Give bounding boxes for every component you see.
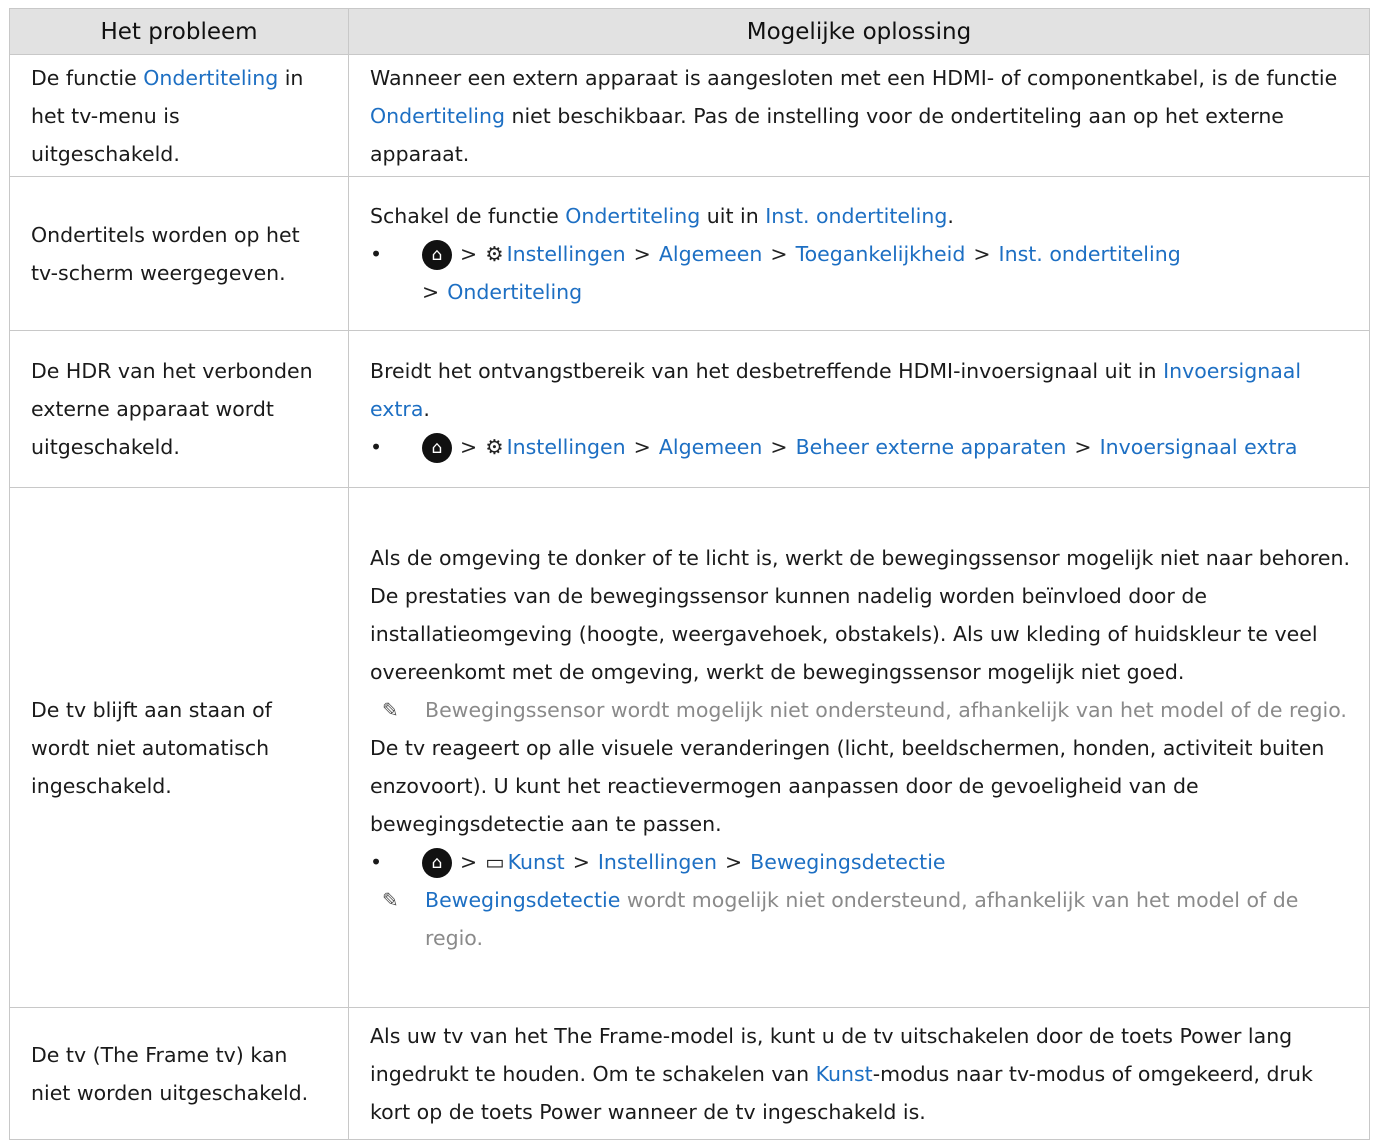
note-text: Bewegingssensor wordt mogelijk niet onde… [425,697,1347,722]
note: ✎ Bewegingssensor wordt mogelijk niet ond… [370,691,1357,729]
subtitle-link[interactable]: Ondertiteling [143,66,278,90]
chevron-right-icon: > [460,435,478,459]
chevron-right-icon: > [572,849,590,874]
table-row: De HDR van het verbonden externe apparaa… [9,330,1370,488]
chevron-right-icon: > [1074,435,1092,459]
chevron-right-icon: > [422,279,440,304]
path-item[interactable]: Inst. ondertiteling [999,242,1181,266]
gear-icon: ⚙ [485,241,504,266]
solution-cell: Breidt het ontvangstbereik van het desbe… [348,330,1370,488]
solution-text: uit in [700,203,766,228]
path-item[interactable]: Ondertiteling [447,280,582,304]
note: ✎ Bewegingsdetectie wordt mogelijk niet o… [370,881,1357,957]
header-problem: Het probleem [9,8,349,55]
home-icon[interactable]: ⌂ [422,239,452,270]
problem-cell: De HDR van het verbonden externe apparaa… [9,330,349,488]
art-link[interactable]: Kunst [816,1062,873,1086]
chevron-right-icon: > [770,241,788,266]
solution-cell: Als de omgeving te donker of te licht is… [348,487,1370,1008]
solution-cell: Wanneer een extern apparaat is aangeslot… [348,54,1370,177]
solution-paragraph: De tv reageert op alle visuele veranderi… [370,735,1325,836]
solution-cell: Schakel de functie Ondertiteling uit in … [348,176,1370,331]
subtitle-settings-link[interactable]: Inst. ondertiteling [765,204,947,228]
path-item[interactable]: Toegankelijkheid [796,242,966,266]
chevron-right-icon: > [633,241,651,266]
home-icon[interactable]: ⌂ [422,433,452,463]
solution-text: . [423,397,430,421]
chevron-right-icon: > [724,849,743,874]
table-row: Ondertitels worden op het tv-scherm weer… [9,176,1370,331]
pencil-note-icon: ✎ [382,697,399,722]
chevron-right-icon: > [460,241,478,266]
solution-text: Wanneer een extern apparaat is aangeslot… [370,65,1338,90]
problem-cell: De functie Ondertiteling in het tv-menu … [9,54,349,177]
table-row: De functie Ondertiteling in het tv-menu … [9,54,1370,177]
table-row: De tv (The Frame tv) kan niet worden uit… [9,1007,1370,1140]
solution-text: Schakel de functie [370,203,566,228]
solution-text: Breidt het ontvangstbereik van het desbe… [370,359,1164,383]
solution-paragraph: Als de omgeving te donker of te licht is… [370,545,1351,684]
solution-paragraph: Schakel de functie Ondertiteling uit in … [370,197,1357,235]
path-item[interactable]: Bewegingsdetectie [750,850,945,874]
bullet: • [370,435,383,459]
troubleshooting-table: Het probleem Mogelijke oplossing De func… [9,8,1370,1140]
menu-path: • ⌂ > ▭ Kunst > Instellingen > Bewegingsdetectie [370,843,1357,881]
solution-paragraph: Breidt het ontvangstbereik van het desbe… [370,352,1357,428]
art-mode-icon: ▭ [485,849,505,874]
path-item[interactable]: Instellingen [507,435,626,459]
solution-text: . [947,203,954,228]
header-solution: Mogelijke oplossing [348,8,1370,55]
pencil-note-icon: ✎ [382,887,399,912]
path-item[interactable]: Algemeen [659,435,763,459]
table-row: De tv blijft aan staan of wordt niet aut… [9,487,1370,1008]
gear-icon: ⚙ [485,435,504,459]
menu-path: • ⌂ > ⚙ Instellingen > Algemeen > Toegankelijkhe… [370,235,1357,311]
path-item[interactable]: Kunst [508,850,565,874]
bullet: • [370,241,383,266]
problem-cell: Ondertitels worden op het tv-scherm weer… [9,176,349,331]
problem-text: De functie [31,65,144,90]
table-header-row: Het probleem Mogelijke oplossing [9,8,1370,55]
problem-cell: De tv blijft aan staan of wordt niet aut… [9,487,349,1008]
solution-cell: Als uw tv van het The Frame-model is, ku… [348,1007,1370,1140]
home-icon[interactable]: ⌂ [422,847,452,878]
path-item[interactable]: Algemeen [659,242,763,266]
problem-cell: De tv (The Frame tv) kan niet worden uit… [9,1007,349,1140]
solution-text: niet beschikbaar. Pas de instelling voor… [370,103,1284,166]
path-item[interactable]: Instellingen [598,850,717,874]
path-item[interactable]: Invoersignaal extra [1100,435,1298,459]
chevron-right-icon: > [770,435,788,459]
motion-detection-link[interactable]: Bewegingsdetectie [425,888,620,912]
chevron-right-icon: > [460,849,478,874]
path-item[interactable]: Beheer externe apparaten [796,435,1067,459]
path-item[interactable]: Instellingen [507,242,626,266]
chevron-right-icon: > [633,435,651,459]
subtitle-link[interactable]: Ondertiteling [370,104,505,128]
menu-path: • ⌂ > ⚙ Instellingen > Algemeen > Beheer externe… [370,428,1357,466]
subtitle-link[interactable]: Ondertiteling [565,204,700,228]
bullet: • [370,849,383,874]
chevron-right-icon: > [973,241,991,266]
